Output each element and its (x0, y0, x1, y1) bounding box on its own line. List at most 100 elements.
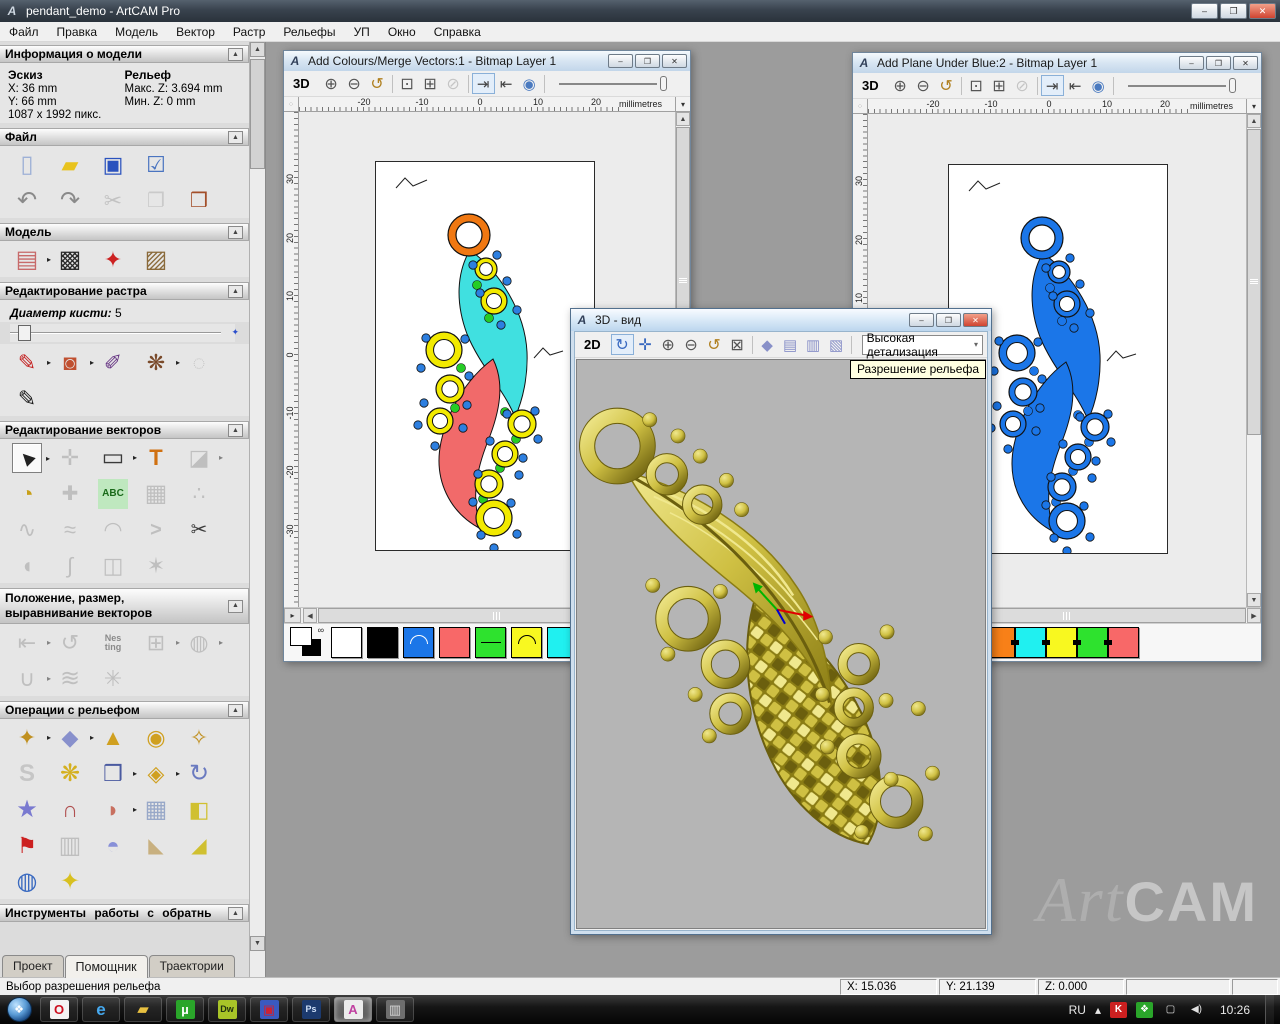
window-3d-view[interactable]: A 3D - вид – ❐ ✕ 2D ↻ ✛ ⊕ ⊖ ↺ ⊠ ◆ ▤ ▥ ▧ Высокая д… (570, 308, 992, 935)
zoom-selected-icon[interactable]: ⊘ (1011, 75, 1034, 96)
fit-arcs-icon[interactable]: ◠ (98, 515, 128, 545)
tab-Траектории[interactable]: Траектории (148, 955, 235, 977)
flyout-icon[interactable]: ▸ (47, 359, 51, 367)
zoom-1to1-icon[interactable]: ⊡ (396, 73, 419, 94)
front-view-icon[interactable]: ▤ (779, 334, 802, 355)
zero-plane-icon[interactable]: ◆ ▸ (55, 723, 94, 753)
clock[interactable]: 10:26 (1220, 1003, 1250, 1017)
window2-titlebar[interactable]: A Add Plane Under Blue:2 - Bitmap Layer … (853, 53, 1261, 73)
zoom-selected-icon[interactable]: ⊘ (442, 73, 465, 94)
section-header-vector-edit[interactable]: Редактирование векторов ▲ (0, 421, 249, 439)
scroll-up-icon[interactable]: ▲ (676, 112, 690, 126)
top-view-icon[interactable]: ▧ (825, 334, 848, 355)
wrap-relief-icon[interactable]: ∩ (55, 795, 85, 825)
menu-Файл[interactable]: Файл (0, 23, 48, 41)
tab-Проект[interactable]: Проект (2, 955, 64, 977)
slider-thumb[interactable] (1228, 77, 1236, 93)
brush-diameter-slider[interactable]: ✦ (10, 324, 239, 342)
maximize-button[interactable]: ❐ (635, 54, 660, 68)
slice-relief-icon[interactable]: ◣ (141, 831, 171, 861)
flood-fill-icon[interactable]: ◙ ▸ (55, 348, 94, 378)
colour-swatch[interactable] (367, 627, 398, 658)
slider-thumb[interactable] (659, 75, 667, 91)
zoom-in-icon[interactable]: ⊕ (889, 75, 912, 96)
vertical-scrollbar[interactable]: ▲ ▼ (1246, 114, 1261, 607)
envelope-distort-icon[interactable]: ▦ (141, 479, 171, 509)
flyout-icon[interactable]: ▸ (47, 734, 51, 742)
zoom-slider[interactable] (1127, 76, 1236, 96)
close-button[interactable]: ✕ (662, 54, 687, 68)
collapse-icon[interactable]: ▲ (228, 284, 243, 298)
fold-relief-icon[interactable]: ✦ (55, 867, 85, 897)
smooth-nodes-icon[interactable]: ≈ (55, 515, 85, 545)
language-indicator[interactable]: RU (1069, 1003, 1086, 1017)
menu-УП[interactable]: УП (345, 23, 379, 41)
palette-icon[interactable]: ❋ ▸ (141, 348, 180, 378)
taskbar-artcam-icon[interactable]: A (334, 997, 372, 1022)
taskbar-photoshop-icon[interactable]: Ps (292, 997, 330, 1022)
new-model-icon[interactable]: ▯ (12, 150, 42, 180)
scroll-up-icon[interactable]: ▲ (250, 42, 265, 57)
menu-Правка[interactable]: Правка (48, 23, 107, 41)
flyout-icon[interactable]: ▸ (219, 639, 223, 647)
slider-thumb[interactable] (18, 325, 31, 341)
align-vectors-icon[interactable]: ⇤ ▸ (12, 628, 51, 658)
open-model-icon[interactable]: ▰ (55, 150, 85, 180)
zoom-objects-icon[interactable]: ⊞ (988, 75, 1011, 96)
kaspersky-icon[interactable]: K (1109, 1001, 1127, 1018)
minimize-button[interactable]: – (608, 54, 633, 68)
toggle-vector-icon[interactable]: ⇤ (1064, 75, 1087, 96)
merge-high-icon[interactable]: ◉ (141, 723, 171, 753)
join-vectors-icon[interactable]: ∪ ▸ (12, 664, 51, 694)
fillet-icon[interactable]: ◖ (12, 551, 42, 581)
maximize-button[interactable]: ❐ (1206, 56, 1231, 70)
flyout-icon[interactable]: ▸ (219, 454, 223, 462)
switch-3d-button[interactable]: 3D (288, 75, 315, 92)
network-icon[interactable]: ▢ (1162, 1002, 1179, 1018)
menu-Окно[interactable]: Окно (379, 23, 425, 41)
bend-vectors-icon[interactable]: ∫ (55, 551, 85, 581)
menu-Модель[interactable]: Модель (106, 23, 167, 41)
zoom-in-icon[interactable]: ⊕ (320, 73, 343, 94)
mesh-globe-icon[interactable]: ◍ (12, 867, 42, 897)
flyout-icon[interactable]: ▸ (133, 770, 137, 778)
minimize-button[interactable]: – (1191, 3, 1218, 19)
load-texture-icon[interactable]: ▨ (141, 245, 171, 275)
colour-swatch[interactable] (331, 627, 362, 658)
merge-low-icon[interactable]: ✧ (184, 723, 214, 753)
paste-text-icon[interactable]: ABC (98, 479, 128, 509)
zoom-in-icon[interactable]: ⊕ (657, 334, 680, 355)
zoom-objects-icon[interactable]: ⊞ (419, 73, 442, 94)
menu-Рельефы[interactable]: Рельефы (274, 23, 344, 41)
colour-picker-icon[interactable]: ✐ (98, 348, 128, 378)
tab-Помощник[interactable]: Помощник (64, 955, 148, 978)
block-copy-icon[interactable]: ⊞ ▸ (141, 628, 180, 658)
maximize-button[interactable]: ❐ (1220, 3, 1247, 19)
ruler-units-dropdown-icon[interactable]: ▾ (675, 97, 690, 111)
section-header-reverse-tools[interactable]: Инструменты работы с обратным ▲ (0, 904, 249, 922)
pan-view-icon[interactable]: ✛ (634, 334, 657, 355)
toggle-bitmap-icon[interactable]: ⇥ (471, 73, 495, 94)
taskbar-save-tool-icon[interactable]: ▣ (250, 997, 288, 1022)
taskbar-dreamweaver-icon[interactable]: Dw (208, 997, 246, 1022)
scroll-right-icon[interactable]: ▶ (1247, 608, 1261, 623)
dome-relief-icon[interactable]: ◓ (98, 831, 128, 861)
nesting-icon[interactable]: Nes ting (98, 628, 128, 658)
palette-expand-icon[interactable]: ▸ (284, 608, 301, 623)
zoom-out-icon[interactable]: ⊖ (680, 334, 703, 355)
zoom-extents-icon[interactable]: ⊠ (726, 334, 749, 355)
undo-icon[interactable]: ↶ (12, 186, 42, 216)
switch-2d-button[interactable]: 2D (579, 336, 606, 353)
distort-relief-icon[interactable]: ▥ (55, 831, 85, 861)
invert-relief-icon[interactable]: ↻ (184, 759, 214, 789)
paint-icon[interactable]: ✎ ▸ (12, 348, 51, 378)
collapse-icon[interactable]: ▲ (228, 47, 243, 61)
flyout-icon[interactable]: ▸ (47, 256, 51, 264)
relief-resolution-dropdown[interactable]: Высокая детализация ▾ (861, 331, 983, 359)
collapse-icon[interactable]: ▲ (228, 130, 243, 144)
draw-icon[interactable]: ✎ (12, 384, 42, 414)
zoom-out-icon[interactable]: ⊖ (912, 75, 935, 96)
zoom-previous-icon[interactable]: ↺ (935, 75, 958, 96)
sculpt-icon[interactable]: S (12, 759, 42, 789)
mirror-vectors-icon[interactable]: ◫ (98, 551, 128, 581)
